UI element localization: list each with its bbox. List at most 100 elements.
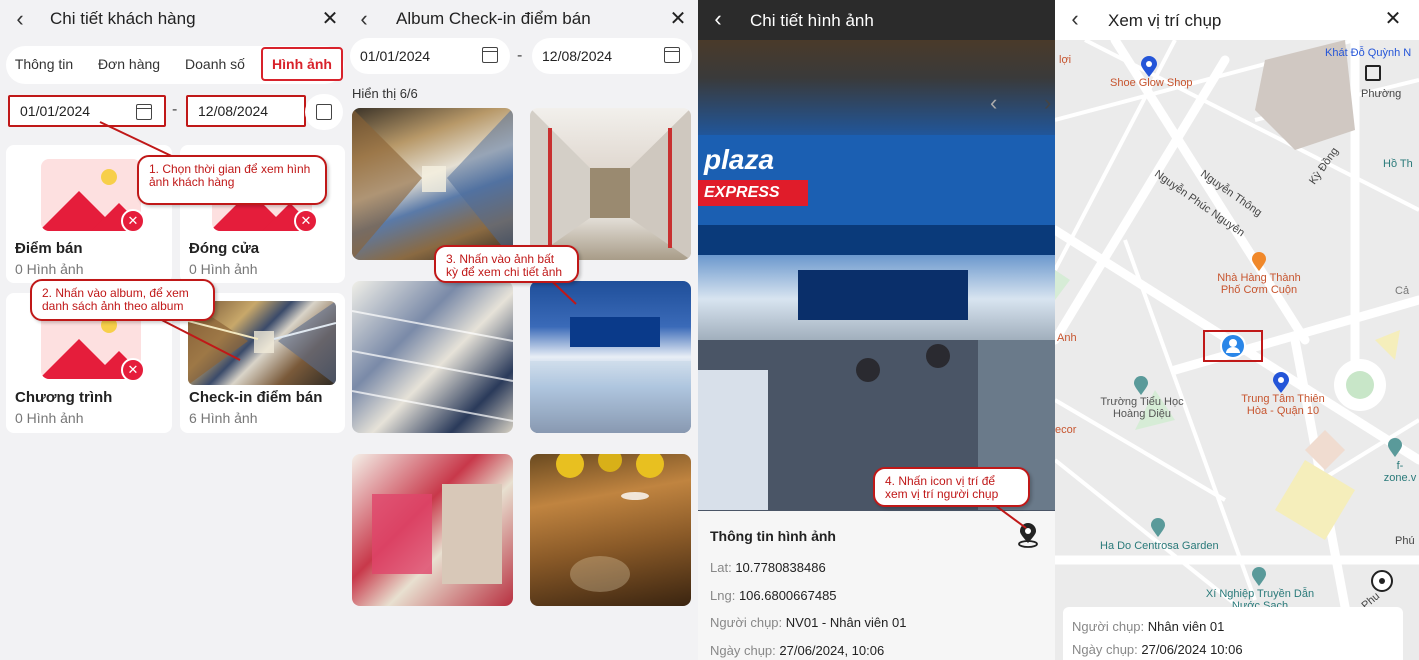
header: ‹ Chi tiết hình ảnh xyxy=(698,0,1055,40)
taker-row: Người chụp: Nhân viên 01 xyxy=(1072,619,1225,634)
album-panel: ‹ Album Check-in điểm bán ✕ 01/01/2024 -… xyxy=(350,0,698,660)
shoe-shop-pin-icon[interactable] xyxy=(1140,56,1158,78)
place-phuong: Phường xyxy=(1361,88,1402,100)
photo-5[interactable] xyxy=(352,454,513,606)
back-icon[interactable]: ‹ xyxy=(706,6,730,32)
album-title: Check-in điểm bán xyxy=(189,389,323,406)
tab-bar: Thông tin Đơn hàng Doanh số Hình ảnh xyxy=(6,46,344,84)
lng-value: 106.6800667485 xyxy=(738,588,837,603)
album-count: 0 Hình ảnh xyxy=(15,261,84,277)
place-shoe-glow: Shoe Glow Shop xyxy=(1110,77,1193,89)
date-separator: - xyxy=(517,47,523,64)
calendar-icon xyxy=(316,104,332,120)
callout-open-album: 2. Nhấn vào album, để xem danh sách ảnh … xyxy=(30,279,215,321)
header: ‹ Album Check-in điểm bán ✕ xyxy=(350,0,698,40)
page-title: Chi tiết khách hàng xyxy=(50,9,196,28)
close-icon[interactable]: ✕ xyxy=(1381,6,1405,32)
customer-detail-panel: ‹ Chi tiết khách hàng ✕ Thông tin Đơn hà… xyxy=(0,0,350,660)
my-location-icon[interactable] xyxy=(1371,570,1393,592)
date-separator: - xyxy=(172,101,178,118)
album-title: Đóng cửa xyxy=(189,240,260,257)
taker-value: NV01 - Nhân viên 01 xyxy=(785,615,907,630)
album-count: 0 Hình ảnh xyxy=(15,410,84,426)
back-icon[interactable]: ‹ xyxy=(8,6,32,32)
callout-open-photo: 3. Nhấn vào ảnh bất kỳ để xem chi tiết ả… xyxy=(434,245,579,283)
photo-2[interactable] xyxy=(530,108,691,260)
place-fzone: f-zone.v xyxy=(1383,460,1417,484)
tab-info[interactable]: Thông tin xyxy=(8,46,80,84)
date-to-field[interactable]: 12/08/2024 xyxy=(186,95,306,127)
page-title: Xem vị trí chụp xyxy=(1108,11,1222,30)
date-to-value: 12/08/2024 xyxy=(542,48,613,64)
image-info: Thông tin hình ảnh Lat: 10.7780838486 Ln… xyxy=(698,511,1055,660)
taker-value: Nhân viên 01 xyxy=(1147,619,1225,634)
date-from-value: 01/01/2024 xyxy=(20,103,91,119)
date-to-calendar-button[interactable] xyxy=(305,94,343,130)
place-khat: Khát Đỗ Quỳnh N xyxy=(1325,47,1412,59)
page-title: Chi tiết hình ảnh xyxy=(750,11,874,30)
header: ‹ Chi tiết khách hàng ✕ xyxy=(0,0,350,40)
xi-nghiep-pin-icon[interactable] xyxy=(1251,567,1267,587)
back-icon[interactable]: ‹ xyxy=(1063,6,1087,32)
full-photo: plaza EXPRESS ‹ › xyxy=(698,40,1055,511)
prev-icon[interactable]: ‹ xyxy=(990,90,997,116)
photo-6[interactable] xyxy=(530,454,691,606)
callout-select-date: 1. Chọn thời gian để xem hình ảnh khách … xyxy=(137,155,327,205)
date-to-field[interactable]: 12/08/2024 xyxy=(532,38,692,74)
tab-orders[interactable]: Đơn hàng xyxy=(90,46,168,84)
album-title: Điểm bán xyxy=(15,240,83,257)
info-title: Thông tin hình ảnh xyxy=(710,528,836,544)
close-icon[interactable]: ✕ xyxy=(666,6,690,32)
trung-tam-pin-icon[interactable] xyxy=(1272,372,1290,394)
showing-count: Hiển thị 6/6 xyxy=(352,86,418,101)
photo-3[interactable] xyxy=(352,281,513,433)
photo-4[interactable] xyxy=(530,281,691,433)
place-loi: lợi xyxy=(1059,54,1072,66)
date-from-field[interactable]: 01/01/2024 xyxy=(8,95,166,127)
back-icon[interactable]: ‹ xyxy=(352,6,376,32)
next-icon[interactable]: › xyxy=(1044,90,1051,116)
callout-location: 4. Nhấn icon vị trí để xem vị trí người … xyxy=(873,467,1030,507)
close-icon[interactable]: ✕ xyxy=(318,6,342,32)
remove-icon: ✕ xyxy=(121,209,145,233)
street-phu: Phú xyxy=(1395,535,1415,547)
school-pin-icon[interactable] xyxy=(1133,376,1149,396)
date-value: 27/06/2024, 10:06 xyxy=(779,643,885,658)
location-pin-icon[interactable] xyxy=(1016,523,1040,549)
calendar-icon[interactable] xyxy=(136,104,152,120)
hado-pin-icon[interactable] xyxy=(1150,518,1166,538)
place-hado: Ha Do Centrosa Garden xyxy=(1100,540,1219,552)
date-from-field[interactable]: 01/01/2024 xyxy=(350,38,510,74)
fullscreen-icon[interactable] xyxy=(1365,65,1381,81)
image-detail-panel: ‹ Chi tiết hình ảnh plaza EXPRESS ‹ › Th… xyxy=(698,0,1055,660)
date-to-value: 12/08/2024 xyxy=(198,103,269,119)
user-location-icon[interactable] xyxy=(1220,333,1246,359)
place-school: Trường Tiểu Học Hoàng Diệu xyxy=(1100,396,1184,420)
map-panel: ‹ Xem vị trí chụp ✕ Shoe Glow Shop Khát … xyxy=(1055,0,1419,660)
place-trung-tam: Trung Tâm Thiên Hòa - Quận 10 xyxy=(1241,393,1325,417)
capture-info-card: Người chụp: Nhân viên 01 Ngày chụp: 27/0… xyxy=(1063,607,1403,660)
remove-icon: ✕ xyxy=(294,209,318,233)
taker-row: Người chụp: NV01 - Nhân viên 01 xyxy=(710,615,907,630)
restaurant-pin-icon[interactable] xyxy=(1251,252,1267,272)
place-restaurant: Nhà Hàng Thành Phố Cơm Cuộn xyxy=(1217,272,1301,296)
calendar-icon[interactable] xyxy=(482,47,498,63)
date-row: Ngày chụp: 27/06/2024, 10:06 xyxy=(710,643,885,658)
photo-1[interactable] xyxy=(352,108,513,260)
date-from-value: 01/01/2024 xyxy=(360,48,431,64)
album-count: 0 Hình ảnh xyxy=(189,261,258,277)
header: ‹ Xem vị trí chụp ✕ xyxy=(1055,0,1419,40)
date-row: Ngày chụp: 27/06/2024 10:06 xyxy=(1072,642,1243,657)
store-sign: plaza xyxy=(704,144,775,175)
tab-sales[interactable]: Doanh số xyxy=(176,46,254,84)
calendar-icon[interactable] xyxy=(664,47,680,63)
tab-images[interactable]: Hình ảnh xyxy=(261,47,343,81)
date-value: 27/06/2024 10:06 xyxy=(1141,642,1243,657)
album-count: 6 Hình ảnh xyxy=(189,410,258,426)
place-anh: Anh xyxy=(1057,332,1077,344)
map[interactable]: Shoe Glow Shop Khát Đỗ Quỳnh N Phường lợ… xyxy=(1055,40,1419,660)
store-sub-sign: EXPRESS xyxy=(698,180,808,206)
fzone-pin-icon[interactable] xyxy=(1387,438,1403,458)
remove-icon: ✕ xyxy=(121,358,145,382)
lat-value: 10.7780838486 xyxy=(735,560,826,575)
